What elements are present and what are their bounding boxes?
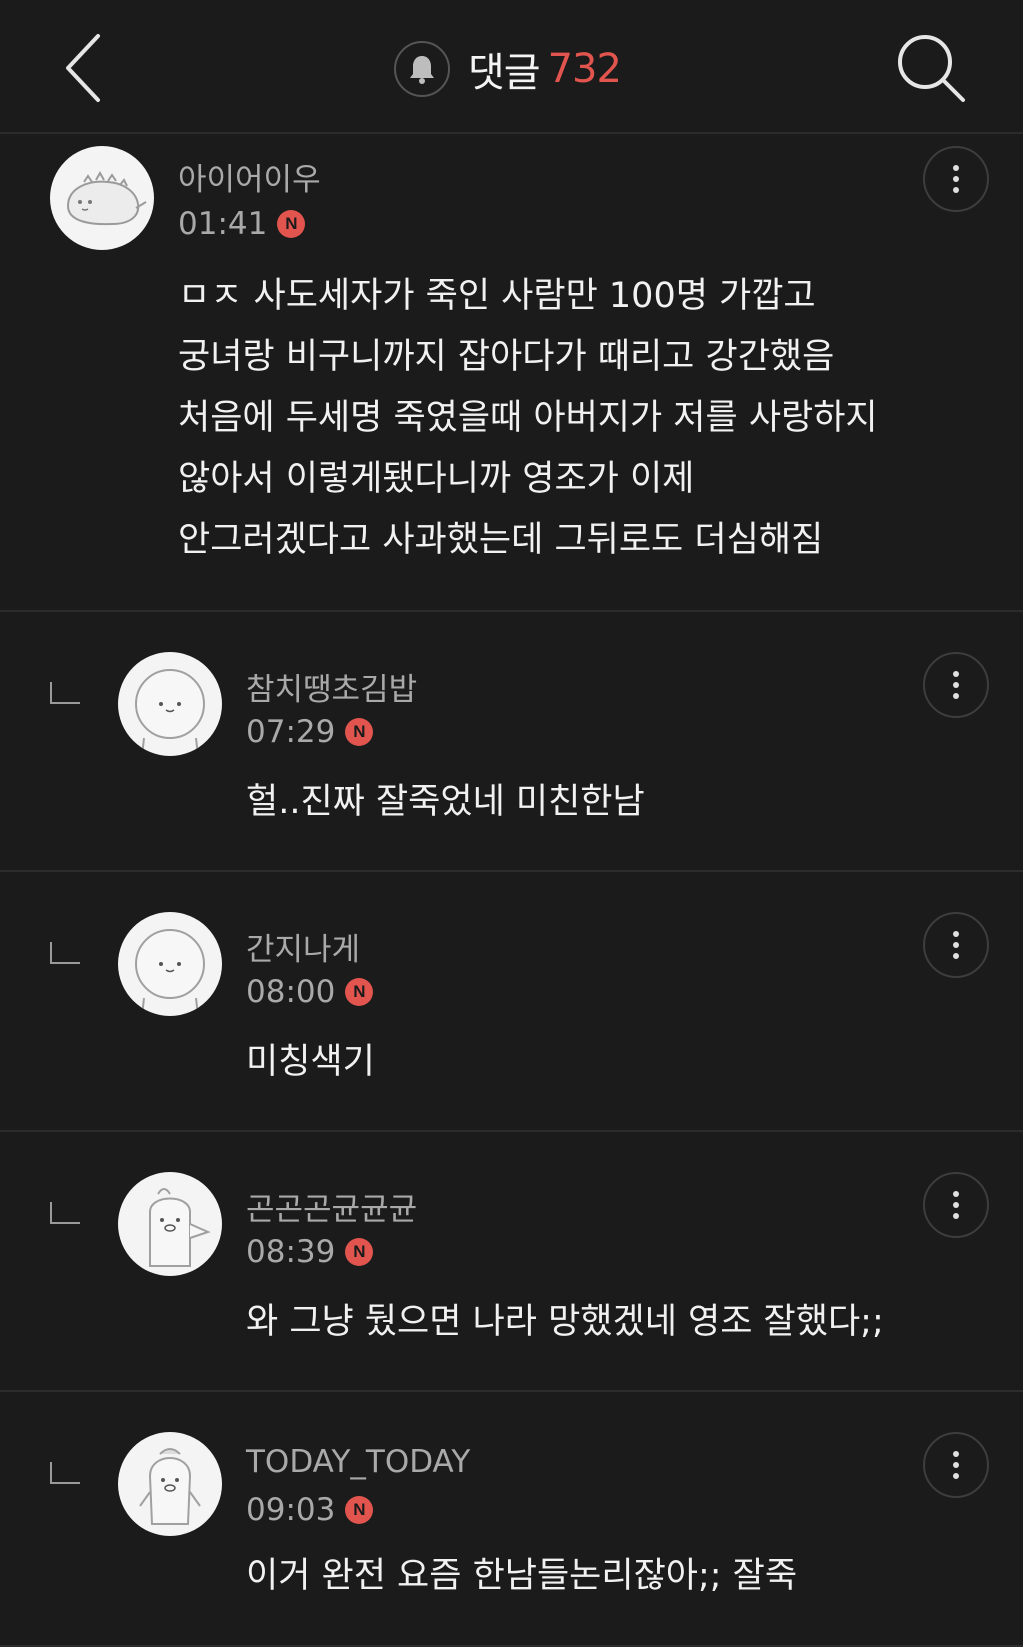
comment-time: 08:39 bbox=[246, 1234, 336, 1270]
comment-author[interactable]: 간지나게 bbox=[246, 924, 360, 969]
comment-author[interactable]: 아이어이우 bbox=[178, 154, 321, 199]
comment-line: 와 그냥 뒀으면 나라 망했겠네 영조 잘했다;; bbox=[246, 1302, 884, 1342]
comment-body: 헐..진짜 잘죽었네 미친한남 bbox=[246, 772, 645, 833]
comment-line: ㅁㅈ 사도세자가 죽인 사람만 100명 가깝고 bbox=[178, 276, 816, 316]
comment-author[interactable]: 곤곤곤균균균 bbox=[246, 1184, 417, 1229]
top-bar: 댓글 732 bbox=[0, 0, 1023, 134]
notification-button[interactable] bbox=[394, 41, 450, 97]
reply-item: 참치땡초김밥 07:29 N 헐..진짜 잘죽었네 미친한남 bbox=[0, 612, 1023, 872]
comment-line: 이거 완전 요즘 한남들논리잖아;; 잘죽 bbox=[246, 1556, 798, 1596]
comment-body: ㅁㅈ 사도세자가 죽인 사람만 100명 가깝고 궁녀랑 비구니까지 잡아다가 … bbox=[178, 266, 878, 571]
more-vertical-icon bbox=[953, 165, 959, 193]
reply-indicator-icon bbox=[50, 1202, 80, 1224]
comment-line: 헐..진짜 잘죽었네 미친한남 bbox=[246, 782, 645, 822]
chevron-left-icon bbox=[66, 34, 100, 102]
search-icon bbox=[898, 35, 965, 102]
more-options-button[interactable] bbox=[923, 146, 989, 212]
more-options-button[interactable] bbox=[923, 1172, 989, 1238]
avatar[interactable] bbox=[118, 1172, 222, 1276]
more-vertical-icon bbox=[953, 931, 959, 959]
new-badge: N bbox=[345, 718, 374, 746]
reply-item: 곤곤곤균균균 08:39 N 와 그냥 뒀으면 나라 망했겠네 영조 잘했다;; bbox=[0, 1132, 1023, 1392]
reply-indicator-icon bbox=[50, 942, 80, 964]
comment-time: 07:29 bbox=[246, 714, 336, 750]
comment-line: 않아서 이렇게됐다니까 영조가 이제 bbox=[178, 459, 695, 499]
reply-indicator-icon bbox=[50, 682, 80, 704]
comment-body: 이거 완전 요즘 한남들논리잖아;; 잘죽 bbox=[246, 1546, 797, 1607]
comment-time: 09:03 bbox=[246, 1492, 336, 1528]
comment-line: 처음에 두세명 죽였을때 아버지가 저를 사랑하지 bbox=[178, 398, 878, 438]
dinosaur-avatar-icon bbox=[66, 170, 147, 226]
comment-line: 궁녀랑 비구니까지 잡아다가 때리고 강간했음 bbox=[178, 337, 835, 377]
comment-line: 미칭색기 bbox=[246, 1042, 375, 1082]
avatar[interactable] bbox=[50, 146, 154, 250]
bear-avatar-icon bbox=[135, 929, 205, 1016]
more-options-button[interactable] bbox=[923, 912, 989, 978]
comment-item: 아이어이우 01:41 N ㅁㅈ 사도세자가 죽인 사람만 100명 가깝고 궁… bbox=[0, 134, 1023, 612]
new-badge: N bbox=[345, 1238, 374, 1266]
avatar[interactable] bbox=[118, 912, 222, 1016]
new-badge: N bbox=[345, 1496, 374, 1524]
comment-body: 와 그냥 뒀으면 나라 망했겠네 영조 잘했다;; bbox=[246, 1292, 884, 1353]
header-title-group: 댓글 732 bbox=[394, 40, 622, 98]
comment-meta: 08:00 N bbox=[246, 974, 374, 1010]
new-badge: N bbox=[345, 978, 374, 1006]
more-vertical-icon bbox=[953, 1451, 959, 1479]
avatar[interactable] bbox=[118, 652, 222, 756]
comment-meta: 01:41 N bbox=[178, 206, 306, 242]
comment-time: 01:41 bbox=[178, 206, 268, 242]
comment-author[interactable]: 참치땡초김밥 bbox=[246, 664, 417, 709]
back-button[interactable] bbox=[52, 28, 122, 108]
search-button[interactable] bbox=[895, 30, 971, 106]
reply-item: TODAY_TODAY 09:03 N 이거 완전 요즘 한남들논리잖아;; 잘… bbox=[0, 1392, 1023, 1647]
bear-avatar-icon bbox=[135, 669, 205, 756]
comment-author[interactable]: TODAY_TODAY bbox=[246, 1444, 470, 1480]
more-vertical-icon bbox=[953, 671, 959, 699]
comment-body: 미칭색기 bbox=[246, 1032, 375, 1093]
comment-meta: 08:39 N bbox=[246, 1234, 374, 1270]
avatar[interactable] bbox=[118, 1432, 222, 1536]
comment-meta: 07:29 N bbox=[246, 714, 374, 750]
more-options-button[interactable] bbox=[923, 1432, 989, 1498]
comment-meta: 09:03 N bbox=[246, 1492, 374, 1528]
reply-item: 간지나게 08:00 N 미칭색기 bbox=[0, 872, 1023, 1132]
reply-indicator-icon bbox=[50, 1462, 80, 1484]
penguin-avatar-icon bbox=[139, 1448, 201, 1525]
more-options-button[interactable] bbox=[923, 652, 989, 718]
comment-count: 732 bbox=[547, 46, 622, 92]
more-vertical-icon bbox=[953, 1191, 959, 1219]
new-badge: N bbox=[277, 210, 306, 238]
comment-line: 안그러겠다고 사과했는데 그뒤로도 더심해짐 bbox=[178, 520, 824, 560]
pig-avatar-icon bbox=[149, 1188, 211, 1267]
page-title: 댓글 bbox=[468, 50, 541, 96]
bell-icon bbox=[410, 56, 434, 84]
comment-time: 08:00 bbox=[246, 974, 336, 1010]
